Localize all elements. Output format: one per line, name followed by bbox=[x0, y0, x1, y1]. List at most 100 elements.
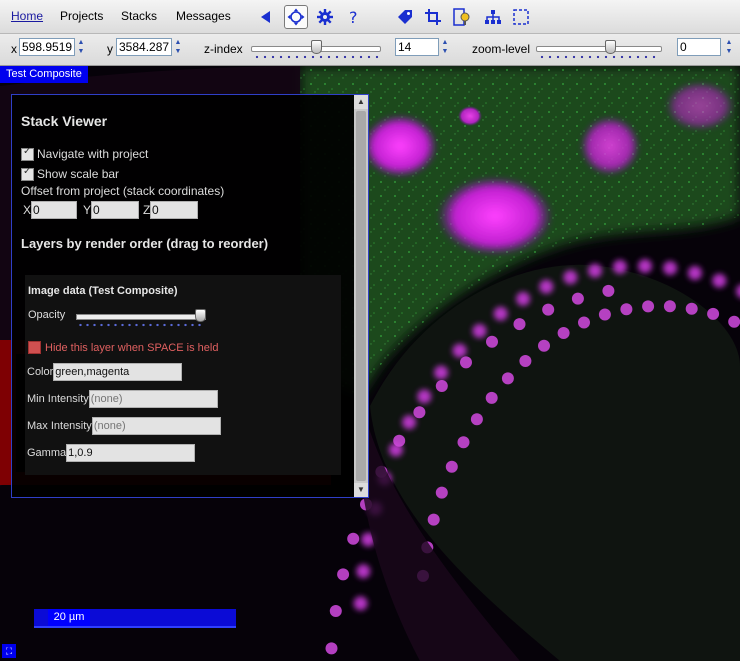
max-intensity-row: Max Intensity bbox=[27, 417, 221, 435]
zoom-slider[interactable] bbox=[536, 38, 662, 60]
nucleus-dot bbox=[353, 596, 368, 611]
nucleus-dot bbox=[707, 307, 720, 320]
menu-messages[interactable]: Messages bbox=[176, 9, 231, 23]
nucleus-dot bbox=[347, 532, 360, 545]
opacity-slider-thumb[interactable] bbox=[195, 309, 206, 322]
zindex-slider-ticks bbox=[253, 55, 379, 59]
offset-z-input[interactable] bbox=[150, 201, 198, 219]
offset-label: Offset from project (stack coordinates) bbox=[21, 184, 225, 198]
navigation-bar: x ▲▼ y ▲▼ z-index ▲▼ zoom-level ▲▼ bbox=[0, 34, 740, 66]
nucleus-dot bbox=[457, 436, 470, 449]
zindex-input[interactable] bbox=[395, 38, 439, 56]
main-menubar: Home Projects Stacks Messages ? bbox=[0, 0, 740, 34]
scrollbar-handle[interactable] bbox=[356, 111, 366, 481]
navigate-with-project-checkbox[interactable] bbox=[21, 146, 34, 161]
show-scale-bar-row: Show scale bar bbox=[21, 166, 119, 181]
nucleus-dot bbox=[435, 380, 448, 392]
menu-home[interactable]: Home bbox=[11, 9, 43, 23]
nucleus-dot bbox=[557, 327, 570, 339]
zindex-spinner[interactable]: ▲ ▼ bbox=[441, 38, 449, 58]
scroll-down-arrow-icon[interactable]: ▼ bbox=[354, 483, 368, 497]
zoom-input[interactable] bbox=[677, 38, 721, 56]
tag-icon[interactable] bbox=[394, 6, 416, 28]
layers-title: Layers by render order (drag to reorder) bbox=[21, 236, 269, 251]
zoom-slider-thumb[interactable] bbox=[605, 40, 616, 54]
nucleus-dot bbox=[712, 273, 727, 288]
nucleus-dot bbox=[519, 355, 532, 367]
nucleus-dot bbox=[663, 261, 678, 276]
hide-layer-label: Hide this layer when SPACE is held bbox=[45, 341, 219, 354]
menu-projects[interactable]: Projects bbox=[60, 9, 103, 23]
nucleus-dot bbox=[728, 315, 740, 328]
nucleus-dot bbox=[687, 266, 702, 280]
nucleus-dot bbox=[413, 406, 426, 419]
y-coordinate-input[interactable] bbox=[116, 38, 172, 56]
nucleus-dot bbox=[501, 372, 514, 385]
nucleus-dot bbox=[434, 365, 449, 380]
nucleus-dot bbox=[417, 389, 432, 404]
x-spinner[interactable]: ▲ ▼ bbox=[77, 38, 85, 58]
help-icon[interactable]: ? bbox=[343, 6, 365, 28]
color-input[interactable] bbox=[53, 363, 183, 381]
gamma-input[interactable] bbox=[66, 444, 196, 462]
nucleus-dot bbox=[329, 605, 342, 617]
offset-x-label: X bbox=[23, 203, 32, 217]
stack-title: Test Composite bbox=[0, 66, 88, 83]
nucleus-dot bbox=[393, 434, 406, 447]
nucleus-dot bbox=[513, 318, 526, 331]
nucleus-dot bbox=[539, 279, 554, 294]
opacity-slider[interactable] bbox=[76, 309, 206, 329]
nucleus-dot bbox=[612, 259, 627, 274]
crop-icon[interactable] bbox=[422, 6, 444, 28]
zoom-slider-ticks bbox=[538, 55, 660, 59]
zindex-label: z-index bbox=[204, 42, 243, 56]
nucleus-dot bbox=[486, 335, 498, 348]
max-intensity-label: Max Intensity bbox=[27, 420, 92, 432]
nucleus-dot bbox=[663, 300, 676, 313]
settings-gear-icon[interactable] bbox=[314, 6, 336, 28]
hide-layer-checkbox[interactable] bbox=[28, 341, 41, 354]
zoom-label: zoom-level bbox=[472, 42, 531, 56]
zindex-slider-thumb[interactable] bbox=[311, 40, 322, 54]
min-intensity-input[interactable] bbox=[88, 390, 218, 408]
nucleus-dot bbox=[542, 303, 555, 316]
y-spinner[interactable]: ▲ ▼ bbox=[174, 38, 182, 58]
scroll-up-arrow-icon[interactable]: ▲ bbox=[354, 95, 368, 109]
scale-bar-label: 20 µm bbox=[48, 609, 90, 626]
nucleus-dot bbox=[493, 306, 508, 321]
x-coordinate-input[interactable] bbox=[19, 38, 75, 56]
gamma-row: Gamma bbox=[27, 444, 196, 462]
hide-layer-row: Hide this layer when SPACE is held bbox=[28, 341, 218, 354]
opacity-slider-ticks bbox=[77, 323, 205, 327]
fullscreen-icon[interactable]: ⛶ bbox=[2, 644, 16, 658]
nucleus-dot bbox=[402, 415, 417, 430]
tracing-icon[interactable] bbox=[451, 6, 473, 28]
nucleus-dot bbox=[452, 343, 467, 358]
zoom-spinner[interactable]: ▲ ▼ bbox=[725, 38, 733, 58]
nucleus-dot bbox=[485, 391, 498, 404]
nucleus-dot bbox=[563, 270, 578, 285]
offset-y-input[interactable] bbox=[91, 201, 139, 219]
roi-select-icon[interactable] bbox=[510, 6, 532, 28]
tree-icon[interactable] bbox=[482, 6, 504, 28]
layer-title: Image data (Test Composite) bbox=[28, 285, 178, 297]
nucleus-dot bbox=[638, 259, 652, 274]
nucleus-dot bbox=[598, 308, 611, 321]
nucleus-dot bbox=[337, 568, 350, 581]
x-label: x bbox=[11, 42, 17, 56]
color-row: Color bbox=[27, 363, 183, 381]
navigate-move-icon[interactable] bbox=[284, 5, 308, 29]
y-label: y bbox=[107, 42, 113, 56]
panel-title: Stack Viewer bbox=[21, 113, 108, 129]
show-scale-bar-checkbox[interactable] bbox=[21, 166, 34, 181]
offset-x-input[interactable] bbox=[31, 201, 77, 219]
nucleus-dot bbox=[435, 486, 448, 499]
max-intensity-input[interactable] bbox=[91, 417, 221, 435]
panel-content: Stack Viewer Navigate with project Show … bbox=[12, 95, 354, 497]
nucleus-dot bbox=[620, 303, 633, 316]
menu-stacks[interactable]: Stacks bbox=[121, 9, 157, 23]
panel-scrollbar[interactable]: ▲ ▼ bbox=[354, 95, 368, 497]
zindex-slider[interactable] bbox=[251, 38, 381, 60]
back-arrow-icon[interactable] bbox=[255, 6, 277, 28]
offset-y-label: Y bbox=[83, 203, 92, 217]
